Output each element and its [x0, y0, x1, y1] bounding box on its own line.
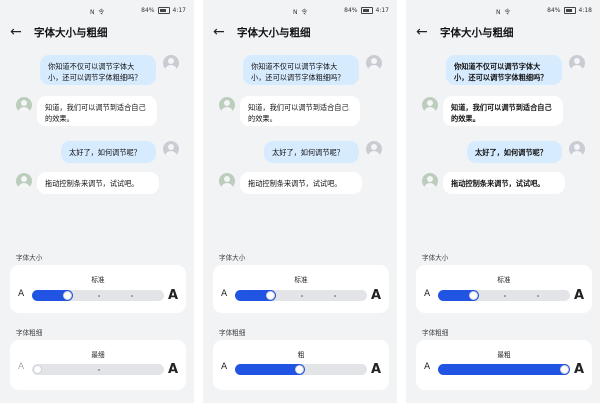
font-size-value: 标准 [91, 276, 105, 284]
font-size-slider-thumb[interactable] [469, 291, 478, 300]
bold-a-icon: A [574, 362, 585, 377]
page-title: 字体大小与粗细 [237, 27, 311, 39]
header: ← 字体大小与粗细 [406, 22, 600, 46]
font-size-slider[interactable] [32, 290, 164, 301]
font-size-label: 字体大小 [422, 254, 449, 262]
thin-a-icon: A [221, 362, 228, 372]
assistant-avatar [422, 97, 438, 113]
back-arrow-icon[interactable]: ← [10, 24, 26, 40]
assistant-avatar [16, 173, 32, 189]
bold-a-icon: A [371, 362, 382, 377]
font-weight-card: 最粗 A A [416, 340, 592, 390]
assistant-avatar [422, 173, 438, 189]
battery-icon [563, 7, 576, 14]
network-status: N 令 [90, 9, 106, 16]
font-weight-label: 字体粗细 [219, 329, 246, 337]
chat-bubble-reply: 知道，我们可以调节到适合自己的效果。 [443, 96, 563, 126]
status-bar: N 令 84% 4:18 [406, 0, 600, 22]
font-weight-value: 最细 [91, 351, 105, 359]
thin-a-icon: A [18, 362, 25, 372]
chat-bubble-user: 太好了，如何调节呢？ [467, 141, 562, 163]
header: ← 字体大小与粗细 [203, 22, 397, 46]
assistant-avatar [16, 97, 32, 113]
font-weight-value: 粗 [297, 351, 305, 359]
font-weight-card: 粗 A A [213, 340, 389, 390]
font-size-slider-thumb[interactable] [63, 291, 72, 300]
font-size-slider-thumb[interactable] [266, 291, 275, 300]
user-avatar [366, 141, 382, 157]
small-a-icon: A [18, 289, 25, 299]
font-weight-slider[interactable] [438, 364, 570, 375]
font-size-card: 标准 A A [213, 265, 389, 313]
settings-screen-2: N 令 84% 4:17 ← 字体大小与粗细 你知道不仅可以调节字体大小，还可以… [203, 0, 397, 403]
assistant-avatar [219, 97, 235, 113]
user-avatar [569, 55, 585, 71]
large-a-icon: A [371, 288, 382, 303]
status-time: 4:17 [172, 7, 186, 14]
status-time: 4:18 [578, 7, 592, 14]
chat-bubble-reply: 拖动控制条来调节，试试吧。 [240, 172, 362, 194]
font-weight-value: 最粗 [497, 351, 511, 359]
font-size-card: 标准 A A [416, 265, 592, 313]
assistant-avatar [219, 173, 235, 189]
chat-bubble-user: 太好了，如何调节呢？ [264, 141, 359, 163]
font-weight-slider[interactable] [235, 364, 367, 375]
network-status: N 令 [293, 9, 309, 16]
page-title: 字体大小与粗细 [440, 27, 514, 39]
settings-screen-1: N 令 84% 4:17 ← 字体大小与粗细 你知道不仅可以调节字体大小，还可以… [0, 0, 194, 403]
chat-bubble-user: 你知道不仅可以调节字体大小，还可以调节字体粗细吗？ [243, 55, 359, 85]
chat-bubble-reply: 知道，我们可以调节到适合自己的效果。 [37, 96, 157, 126]
font-weight-label: 字体粗细 [422, 329, 449, 337]
chat-bubble-reply: 拖动控制条来调节，试试吧。 [443, 172, 565, 194]
chat-bubble-user: 你知道不仅可以调节字体大小，还可以调节字体粗细吗？ [446, 55, 562, 85]
font-weight-slider[interactable] [32, 364, 164, 375]
battery-percent: 84% [141, 7, 155, 14]
back-arrow-icon[interactable]: ← [416, 24, 432, 40]
status-time: 4:17 [375, 7, 389, 14]
battery-percent: 84% [547, 7, 561, 14]
small-a-icon: A [221, 289, 228, 299]
page-title: 字体大小与粗细 [34, 27, 108, 39]
font-size-label: 字体大小 [219, 254, 246, 262]
back-arrow-icon[interactable]: ← [213, 24, 229, 40]
font-size-label: 字体大小 [16, 254, 43, 262]
large-a-icon: A [574, 288, 585, 303]
user-avatar [569, 141, 585, 157]
font-size-value: 标准 [294, 276, 308, 284]
font-weight-card: 最细 A A [10, 340, 186, 390]
chat-bubble-user: 你知道不仅可以调节字体大小，还可以调节字体粗细吗？ [40, 55, 156, 85]
font-weight-label: 字体粗细 [16, 329, 43, 337]
user-avatar [163, 141, 179, 157]
font-weight-slider-thumb[interactable] [560, 365, 569, 374]
thin-a-icon: A [424, 362, 431, 372]
status-bar: N 令 84% 4:17 [0, 0, 194, 22]
bold-a-icon: A [168, 362, 179, 377]
font-weight-slider-fill [438, 364, 570, 375]
status-bar: N 令 84% 4:17 [203, 0, 397, 22]
network-status: N 令 [496, 9, 512, 16]
chat-bubble-user: 太好了，如何调节呢？ [61, 141, 156, 163]
font-size-card: 标准 A A [10, 265, 186, 313]
chat-bubble-reply: 拖动控制条来调节，试试吧。 [37, 172, 159, 194]
font-size-slider[interactable] [438, 290, 570, 301]
font-weight-slider-thumb[interactable] [295, 365, 304, 374]
settings-screen-3: N 令 84% 4:18 ← 字体大小与粗细 你知道不仅可以调节字体大小，还可以… [406, 0, 600, 403]
chat-bubble-reply: 知道，我们可以调节到适合自己的效果。 [240, 96, 360, 126]
user-avatar [163, 55, 179, 71]
small-a-icon: A [424, 289, 431, 299]
font-weight-slider-thumb[interactable] [33, 365, 42, 374]
header: ← 字体大小与粗细 [0, 22, 194, 46]
battery-icon [360, 7, 373, 14]
battery-percent: 84% [344, 7, 358, 14]
font-size-slider[interactable] [235, 290, 367, 301]
font-size-value: 标准 [497, 276, 511, 284]
user-avatar [366, 55, 382, 71]
large-a-icon: A [168, 288, 179, 303]
battery-icon [157, 7, 170, 14]
